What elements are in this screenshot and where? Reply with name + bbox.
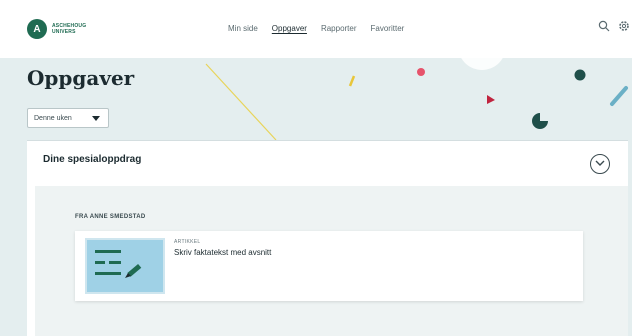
logo-mark: A [27, 19, 47, 39]
article-illustration-icon [95, 250, 142, 278]
main-nav: Min side Oppgaver Rapporter Favoritter [228, 24, 418, 33]
brand-logo[interactable]: A ASCHEHOUG UNIVERS [27, 19, 86, 39]
task-type: ARTIKKEL [174, 239, 201, 245]
chevron-down-icon [595, 160, 605, 166]
panel-header[interactable]: Dine spesialoppdrag [27, 141, 628, 186]
task-card[interactable]: ARTIKKEL Skriv faktatekst med avsnitt [75, 231, 583, 301]
task-thumbnail [85, 238, 165, 294]
special-assignments-panel: Dine spesialoppdrag FRA ANNE SMEDSTAD AR… [27, 140, 628, 336]
period-dropdown-value: Denne uken [34, 114, 72, 122]
caret-down-icon [92, 116, 100, 121]
task-title[interactable]: Skriv faktatekst med avsnitt [174, 248, 271, 257]
panel-title: Dine spesialoppdrag [43, 154, 142, 165]
expand-button[interactable] [590, 154, 610, 174]
logo-text: ASCHEHOUG UNIVERS [52, 23, 86, 35]
assigned-by-label: FRA ANNE SMEDSTAD [75, 214, 146, 220]
gear-icon[interactable] [618, 20, 630, 32]
logo-text-line2: UNIVERS [52, 29, 76, 35]
period-dropdown[interactable]: Denne uken [27, 108, 109, 128]
search-icon[interactable] [598, 20, 610, 32]
nav-item-favoritter[interactable]: Favoritter [371, 24, 405, 33]
page-title: Oppgaver [27, 66, 135, 90]
top-navigation-bar: A ASCHEHOUG UNIVERS Min side Oppgaver Ra… [0, 0, 632, 58]
nav-item-oppgaver[interactable]: Oppgaver [272, 24, 307, 33]
nav-item-min-side[interactable]: Min side [228, 24, 258, 33]
nav-item-rapporter[interactable]: Rapporter [321, 24, 357, 33]
panel-body: FRA ANNE SMEDSTAD ARTIKKEL Skriv faktate… [35, 186, 628, 336]
top-icons [598, 20, 630, 32]
